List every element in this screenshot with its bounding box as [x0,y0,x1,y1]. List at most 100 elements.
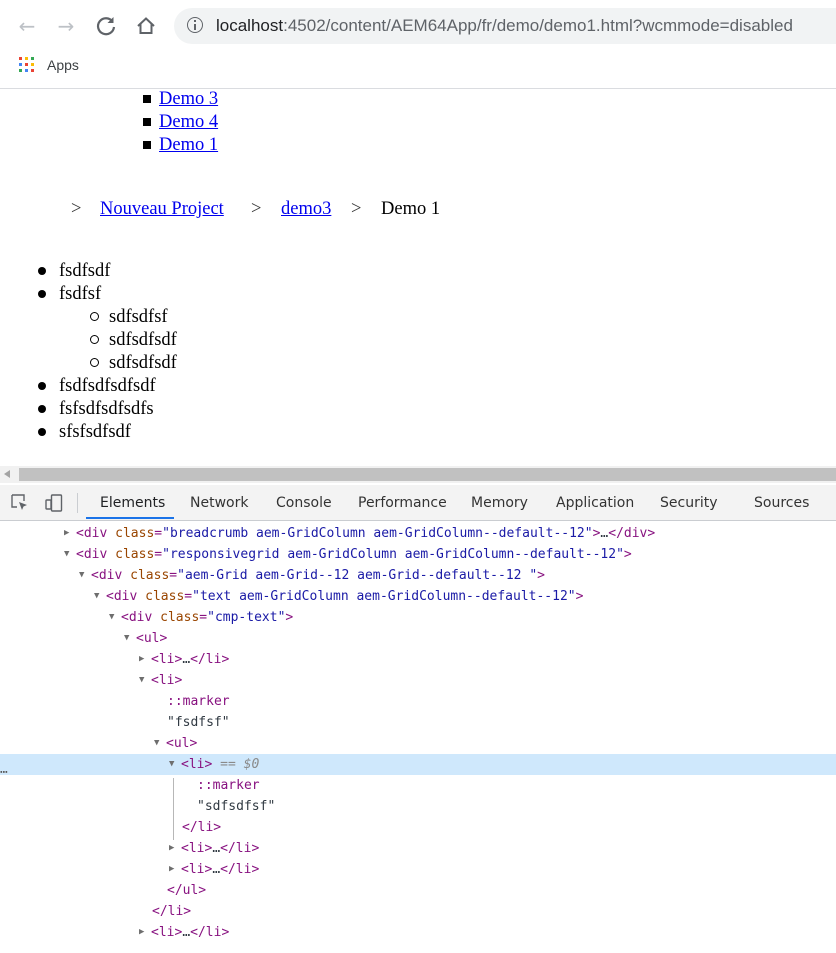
home-button[interactable] [132,12,160,40]
dom-node-li-close[interactable]: </li> [0,901,836,922]
dom-node-li-collapsed[interactable]: ▶ <li>…</li> [0,838,836,859]
devtools-tabbar: Elements Network Console Performance Mem… [0,485,836,521]
dom-node-li-collapsed[interactable]: ▶ <li>…</li> [0,859,836,880]
dom-node-ul[interactable]: ▼ <ul> [0,628,836,649]
nav-link-demo-3[interactable]: Demo 3 [159,89,218,109]
dom-node-li-collapsed[interactable]: ▶ <li>…</li> [0,649,836,670]
elements-dom-tree: ▶ <div class="breadcrumb aem-GridColumn a… [0,521,836,953]
dom-node-nested-ul[interactable]: ▼ <ul> [0,733,836,754]
tab-memory[interactable]: Memory [471,485,528,520]
apps-icon[interactable] [19,57,34,72]
reload-button[interactable] [92,12,120,40]
dom-text-node[interactable]: "fsdfsf" [0,712,836,733]
apps-grid-dot [25,63,28,66]
dom-node-li-selected[interactable]: ▼ <li> == $0 [0,754,836,775]
list-item: fsfsdfsdfsdfs [38,399,177,422]
url-text[interactable]: localhost:4502/content/AEM64App/fr/demo/… [216,16,793,36]
expanded-triangle-icon[interactable]: ▼ [139,670,151,691]
apps-grid-dot [31,69,34,72]
dom-node-marker[interactable]: ::marker [0,691,836,712]
breadcrumb-current: Demo 1 [381,199,441,219]
breadcrumb-separator: > [251,199,262,219]
toolbar-divider [77,493,78,513]
text-list: fsdfsdf fsdfsf sdfsdfsf sdfsdfsdf sdfsdf… [38,261,177,445]
dom-node-aem-grid[interactable]: ▼ <div class="aem-Grid aem-Grid--12 aem-G… [0,565,836,586]
expanded-triangle-icon[interactable]: ▼ [79,565,91,586]
device-toolbar-button[interactable] [45,494,63,512]
tab-network[interactable]: Network [190,485,248,520]
back-button[interactable]: ← [13,12,41,40]
browser-toolbar: ← → localhost:4502/content/AEM64App/fr/d… [0,0,836,52]
active-tab-indicator [86,517,174,519]
address-bar[interactable]: localhost:4502/content/AEM64App/fr/demo/… [174,8,836,44]
nav-link-demo-4[interactable]: Demo 4 [159,112,218,132]
dom-node-li-expanded[interactable]: ▼ <li> [0,670,836,691]
scrollbar-thumb[interactable] [19,468,836,481]
inspect-element-button[interactable] [11,494,29,512]
expanded-triangle-icon[interactable]: ▼ [154,733,166,754]
list-item: fsdfsf [38,284,177,307]
sub-list-item: sdfsdfsdf [59,353,177,376]
collapsed-triangle-icon[interactable]: ▶ [169,859,181,880]
expanded-triangle-icon[interactable]: ▼ [94,586,106,607]
dom-node-li-close[interactable]: </li> [0,817,836,838]
dom-node-responsivegrid[interactable]: ▼ <div class="responsivegrid aem-GridColu… [0,544,836,565]
arrow-right-icon: → [57,14,75,38]
forward-button[interactable]: → [52,12,80,40]
tab-security[interactable]: Security [660,485,718,520]
tab-sources[interactable]: Sources [754,485,809,520]
horizontal-scrollbar[interactable] [0,466,836,483]
nav-list-item: Demo 1 [142,135,218,158]
apps-grid-dot [25,69,28,72]
breadcrumb-link-nouveau-project[interactable]: Nouveau Project [100,198,224,220]
dom-node-ul-close[interactable]: </ul> [0,880,836,901]
nav-list-item: Demo 3 [142,89,218,112]
dom-node-li-collapsed[interactable]: ▶ <li>…</li> [0,922,836,943]
bookmarks-bar [0,52,836,89]
sub-list-item: sdfsdfsdf [59,330,177,353]
dom-node-cmp-text[interactable]: ▼ <div class="cmp-text"> [0,607,836,628]
site-info-icon[interactable] [187,17,203,33]
arrow-left-icon: ← [18,14,36,38]
inspect-cursor-icon [11,494,27,510]
more-options-icon[interactable]: ⋯ [0,765,8,780]
nav-list-item: Demo 4 [142,112,218,135]
page-content: Demo 3 Demo 4 Demo 1 > Nouveau Project >… [0,89,836,465]
dom-text-node[interactable]: "sdfsdfsf" [0,796,836,817]
tab-performance[interactable]: Performance [358,485,447,520]
breadcrumb-link-demo3[interactable]: demo3 [281,198,331,220]
collapsed-triangle-icon[interactable]: ▶ [64,523,76,544]
collapsed-triangle-icon[interactable]: ▶ [139,922,151,943]
list-item: fsdfsdfsdfsdf [38,376,177,399]
tab-console[interactable]: Console [276,485,332,520]
apps-grid-dot [31,63,34,66]
collapsed-triangle-icon[interactable]: ▶ [169,838,181,859]
tree-guide-line [173,778,174,840]
device-toggle-icon [45,494,63,512]
breadcrumb-separator: > [351,199,362,219]
dom-node-breadcrumb[interactable]: ▶ <div class="breadcrumb aem-GridColumn a… [0,523,836,544]
dom-node-marker[interactable]: ::marker [0,775,836,796]
sub-list-item: sdfsdfsf [59,307,177,330]
apps-grid-dot [19,57,22,60]
home-icon [137,17,155,34]
expanded-triangle-icon[interactable]: ▼ [124,628,136,649]
apps-grid-dot [19,69,22,72]
reload-icon [96,17,116,36]
apps-grid-dot [31,57,34,60]
nav-link-demo-1[interactable]: Demo 1 [159,135,218,155]
expanded-triangle-icon[interactable]: ▼ [64,544,76,565]
expanded-triangle-icon[interactable]: ▼ [109,607,121,628]
dom-node-text[interactable]: ▼ <div class="text aem-GridColumn aem-Gri… [0,586,836,607]
nav-list: Demo 3 Demo 4 Demo 1 [142,89,218,158]
apps-grid-dot [19,63,22,66]
expanded-triangle-icon[interactable]: ▼ [169,754,181,775]
tab-elements[interactable]: Elements [100,485,165,520]
breadcrumb-separator: > [71,199,82,219]
collapsed-triangle-icon[interactable]: ▶ [139,649,151,670]
apps-bookmark[interactable]: Apps [47,57,79,73]
tab-application[interactable]: Application [556,485,634,520]
list-item: sfsfsdfsdf [38,422,177,445]
list-item: fsdfsdf [38,261,177,284]
scroll-left-icon[interactable] [4,470,10,478]
